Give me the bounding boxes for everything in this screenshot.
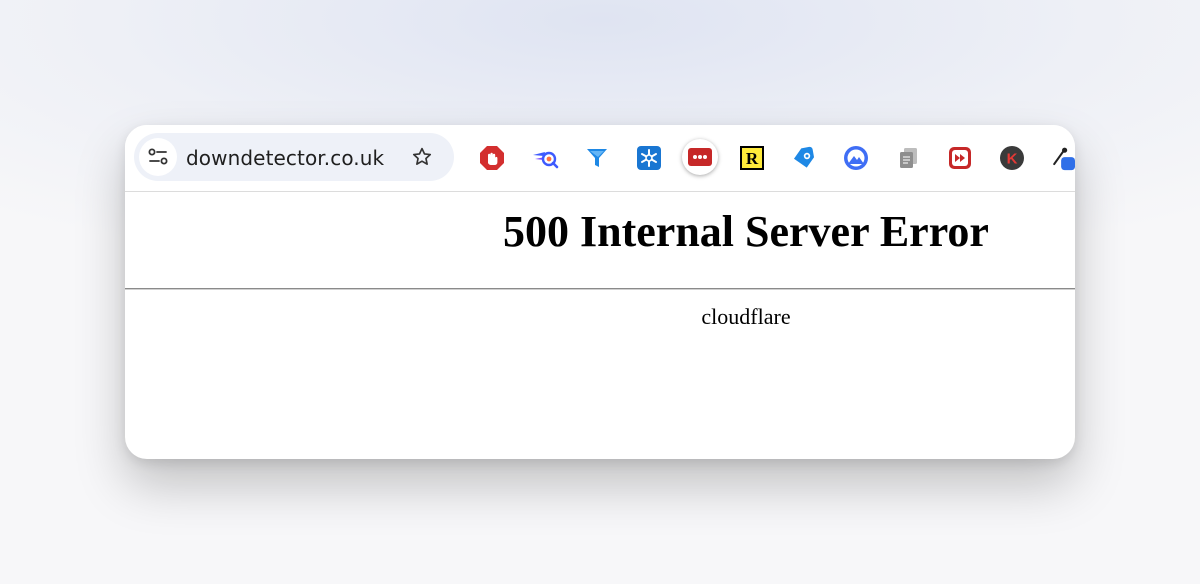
bookmark-star-icon[interactable] (406, 141, 438, 173)
detective-glass-icon[interactable] (530, 143, 560, 173)
svg-text:K: K (1007, 151, 1018, 168)
url-text[interactable]: downdetector.co.uk (186, 146, 384, 170)
r-badge-icon[interactable]: R (737, 143, 767, 173)
address-bar[interactable]: downdetector.co.uk (134, 133, 454, 181)
svg-text:R: R (746, 149, 759, 168)
stop-hand-icon[interactable] (477, 143, 507, 173)
horizontal-rule (125, 288, 1075, 290)
funnel-icon[interactable] (582, 143, 612, 173)
eyedropper-icon[interactable] (1049, 143, 1075, 173)
fast-forward-icon[interactable] (945, 143, 975, 173)
dots-icon[interactable] (682, 139, 718, 175)
copy-pages-icon[interactable] (893, 143, 923, 173)
mountain-circle-icon[interactable] (841, 143, 871, 173)
server-name: cloudflare (701, 304, 791, 329)
snowflake-icon[interactable] (634, 143, 664, 173)
browser-toolbar: downdetector.co.uk R K (125, 125, 1075, 192)
site-settings-icon[interactable] (139, 138, 177, 176)
tag-icon[interactable] (789, 143, 819, 173)
browser-window: downdetector.co.uk R K 500 Internal Serv… (125, 125, 1075, 459)
k-avatar-icon[interactable]: K (997, 143, 1027, 173)
error-heading: 500 Internal Server Error (503, 207, 989, 256)
page-content: 500 Internal Server Error cloudflare (125, 192, 1075, 459)
